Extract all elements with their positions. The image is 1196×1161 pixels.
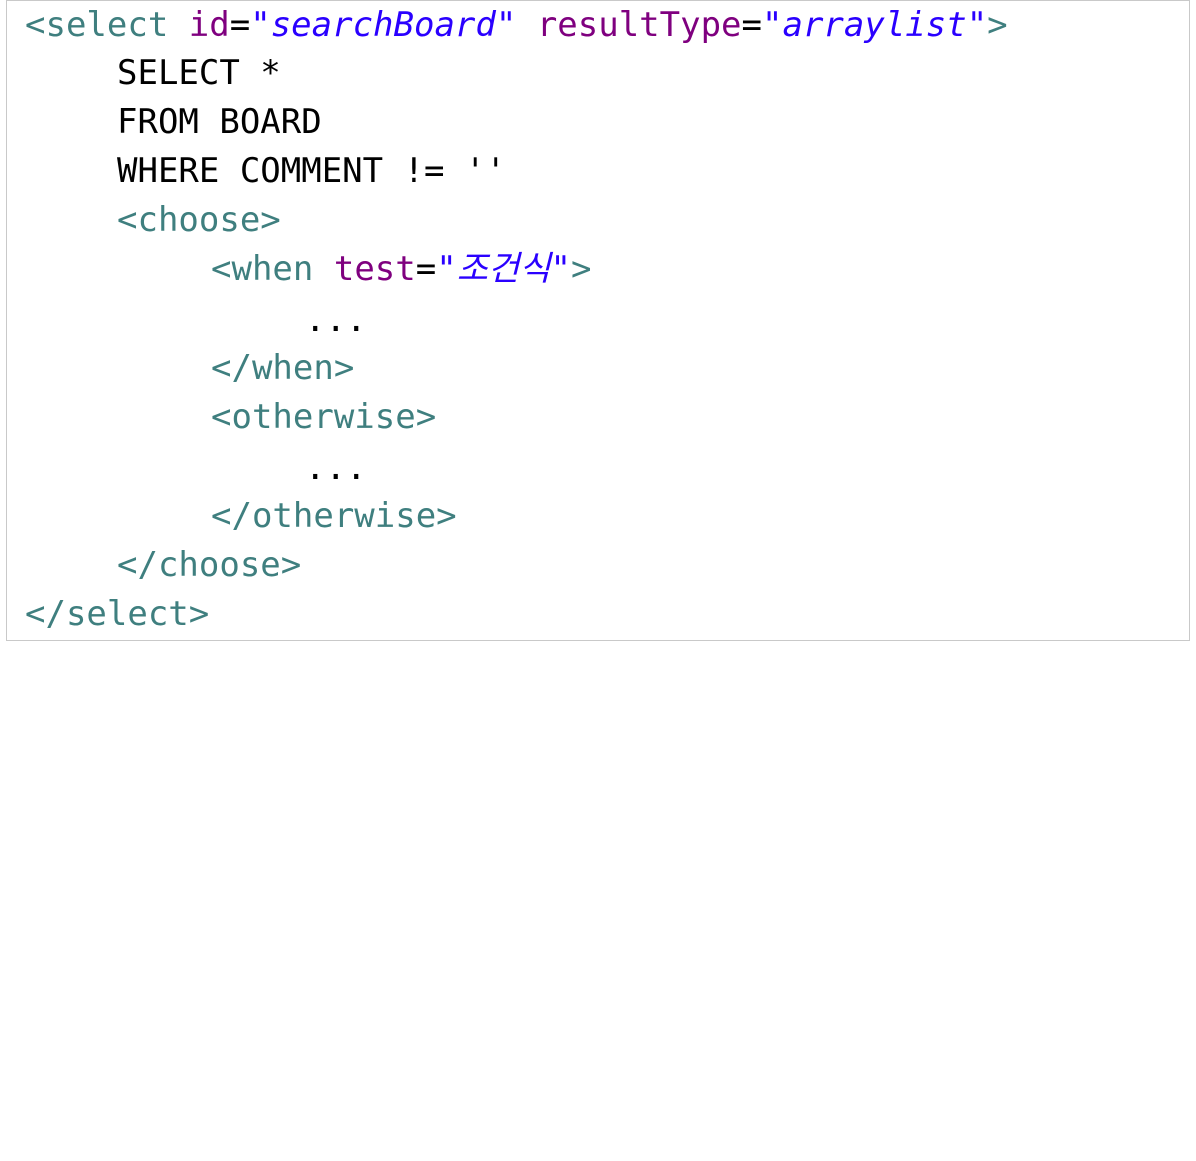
value-id: "searchBoard" <box>250 5 517 45</box>
code-text: <select id="searchBoard" resultType="arr… <box>25 1 1008 1161</box>
attr-result-type: resultType <box>536 5 742 45</box>
code-line-select-open: <select id="searchBoard" resultType="arr… <box>25 1 1008 49</box>
code-line-where: WHERE COMMENT != '' <box>117 151 506 191</box>
code-line-select-close: </select> <box>25 594 210 634</box>
code-line-when-close: </when> <box>211 348 355 388</box>
code-block: <select id="searchBoard" resultType="arr… <box>6 0 1190 641</box>
equals-sign: = <box>741 5 762 45</box>
attr-test: test <box>333 249 416 289</box>
code-line-when-open: <when test="조건식"> <box>211 245 591 293</box>
code-line-otherwise-body: ... <box>305 448 367 488</box>
value-result-type: "arraylist" <box>762 5 988 45</box>
code-line-otherwise-open: <otherwise> <box>211 397 437 437</box>
code-line-select: SELECT * <box>117 53 281 93</box>
code-line-otherwise-close: </otherwise> <box>211 496 457 536</box>
code-line-choose-close: </choose> <box>117 545 302 585</box>
equals-sign: = <box>415 249 437 289</box>
equals-sign: = <box>229 5 251 45</box>
tag-open: <when <box>211 249 314 289</box>
code-line-from: FROM BOARD <box>117 102 322 142</box>
attr-id: id <box>188 5 230 45</box>
tag-close: > <box>987 5 1008 45</box>
code-line-when-body: ... <box>305 300 367 340</box>
tag-open: <select <box>25 5 169 45</box>
code-line-choose-open: <choose> <box>117 200 281 240</box>
value-test: "조건식" <box>436 249 571 289</box>
tag-close: > <box>571 249 592 289</box>
